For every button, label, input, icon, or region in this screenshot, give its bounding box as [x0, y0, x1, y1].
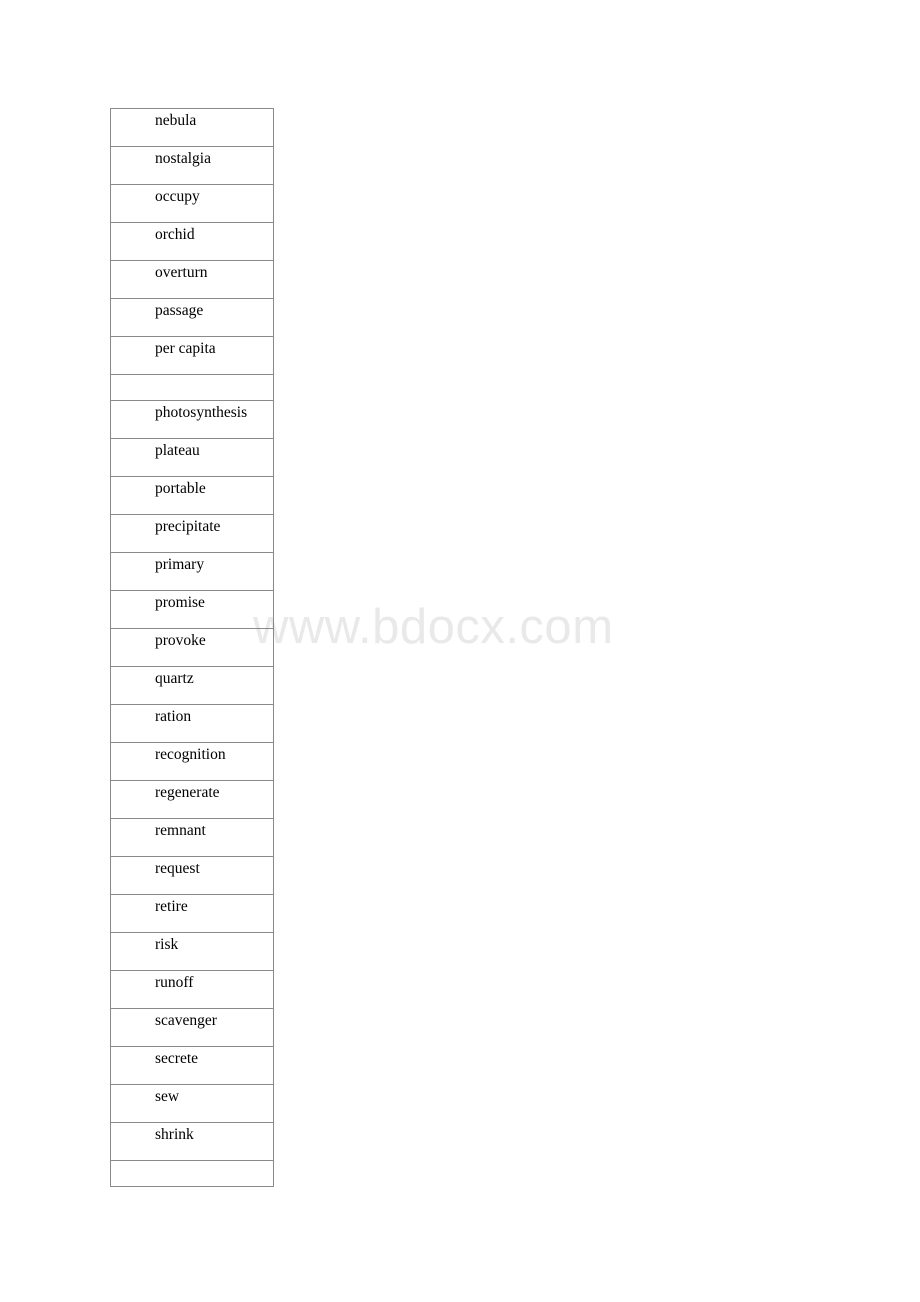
table-row: recognition — [110, 742, 274, 781]
table-row: sew — [110, 1084, 274, 1123]
word-cell: per capita — [110, 336, 274, 375]
table-row: promise — [110, 590, 274, 629]
word-cell: nostalgia — [110, 146, 274, 185]
table-row — [110, 374, 274, 401]
word-cell: ration — [110, 704, 274, 743]
word-cell: risk — [110, 932, 274, 971]
word-cell: portable — [110, 476, 274, 515]
word-cell: plateau — [110, 438, 274, 477]
word-cell: sew — [110, 1084, 274, 1123]
table-row: orchid — [110, 222, 274, 261]
table-row: occupy — [110, 184, 274, 223]
table-row: plateau — [110, 438, 274, 477]
table-row: per capita — [110, 336, 274, 375]
word-cell-empty — [110, 374, 274, 401]
word-cell: provoke — [110, 628, 274, 667]
table-row: retire — [110, 894, 274, 933]
table-row: runoff — [110, 970, 274, 1009]
word-table-body: nebula nostalgia occupy orchid overturn passa… — [110, 108, 274, 1187]
table-row: quartz — [110, 666, 274, 705]
word-cell: orchid — [110, 222, 274, 261]
table-row: request — [110, 856, 274, 895]
table-row: regenerate — [110, 780, 274, 819]
word-cell: scavenger — [110, 1008, 274, 1047]
document-page: www.bdocx.com nebula nostalgia occupy orchi… — [0, 0, 920, 1302]
word-cell: quartz — [110, 666, 274, 705]
table-row: secrete — [110, 1046, 274, 1085]
table-row: scavenger — [110, 1008, 274, 1047]
word-cell: secrete — [110, 1046, 274, 1085]
word-cell: recognition — [110, 742, 274, 781]
table-row: portable — [110, 476, 274, 515]
word-cell: promise — [110, 590, 274, 629]
word-cell: nebula — [110, 108, 274, 147]
table-row: shrink — [110, 1122, 274, 1161]
word-cell: primary — [110, 552, 274, 591]
table-row: overturn — [110, 260, 274, 299]
vocabulary-word-table: nebula nostalgia occupy orchid overturn passa… — [110, 108, 274, 1187]
table-row: nebula — [110, 108, 274, 147]
word-cell: occupy — [110, 184, 274, 223]
table-row: precipitate — [110, 514, 274, 553]
word-cell-empty — [110, 1160, 274, 1187]
word-cell: overturn — [110, 260, 274, 299]
table-row — [110, 1160, 274, 1187]
word-cell: retire — [110, 894, 274, 933]
word-cell: runoff — [110, 970, 274, 1009]
table-row: risk — [110, 932, 274, 971]
table-row: remnant — [110, 818, 274, 857]
word-cell: precipitate — [110, 514, 274, 553]
word-cell: request — [110, 856, 274, 895]
table-row: provoke — [110, 628, 274, 667]
word-cell: passage — [110, 298, 274, 337]
word-cell: remnant — [110, 818, 274, 857]
table-row: nostalgia — [110, 146, 274, 185]
table-row: passage — [110, 298, 274, 337]
word-cell: regenerate — [110, 780, 274, 819]
site-watermark: www.bdocx.com — [253, 600, 614, 654]
word-cell: shrink — [110, 1122, 274, 1161]
table-row: ration — [110, 704, 274, 743]
table-row: primary — [110, 552, 274, 591]
word-cell: photosynthesis — [110, 400, 274, 439]
table-row: photosynthesis — [110, 400, 274, 439]
